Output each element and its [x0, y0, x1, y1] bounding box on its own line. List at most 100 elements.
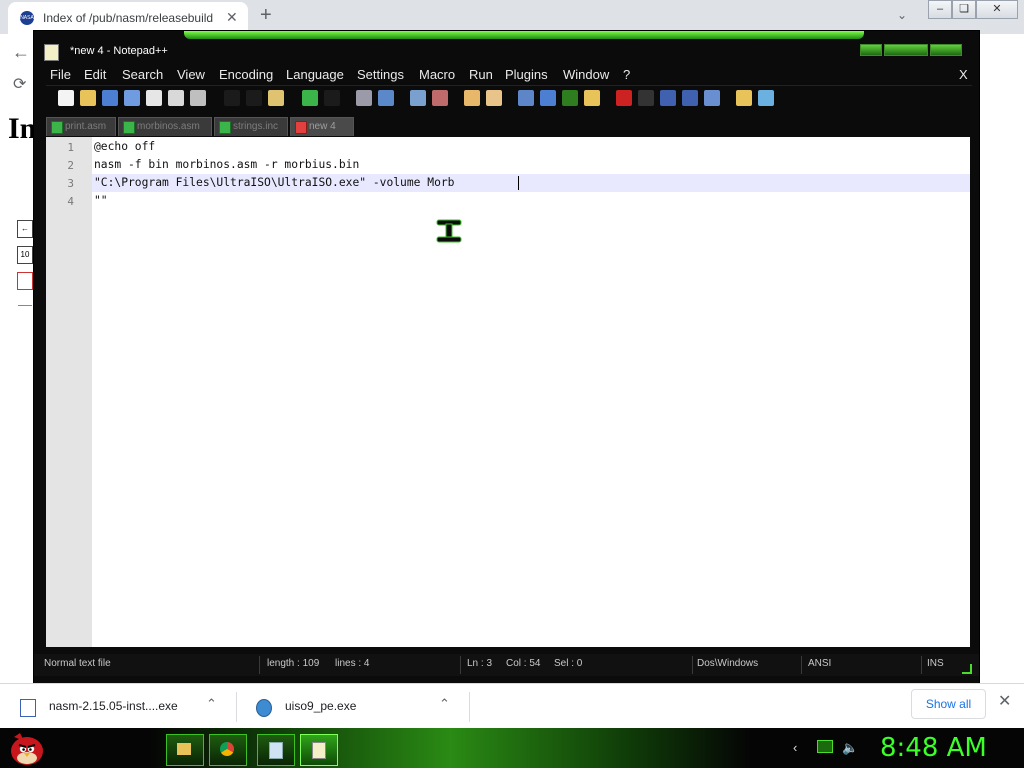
notepadpp-titlebar[interactable]: *new 4 - Notepad++ [34, 39, 979, 65]
status-filetype: Normal text file [44, 658, 111, 669]
run-macro-multiple-icon[interactable] [682, 90, 698, 106]
notepadpp-window: *new 4 - Notepad++ File Edit Search View… [33, 30, 980, 684]
tray-chevron-icon[interactable]: ‹ [793, 740, 797, 755]
menu-language[interactable]: Language [286, 67, 344, 82]
minimize-button[interactable]: – [928, 0, 952, 19]
line-number: 3 [67, 177, 74, 190]
tab-new-4[interactable]: new 4 [290, 117, 354, 136]
download-item-nasm[interactable]: nasm-2.15.05-inst....exe ⌃ [0, 684, 236, 729]
menu-settings[interactable]: Settings [357, 67, 404, 82]
show-all-characters-icon[interactable] [540, 90, 556, 106]
zoom-in-icon[interactable] [410, 90, 426, 106]
status-encoding[interactable]: ANSI [808, 658, 831, 669]
play-macro-icon[interactable] [660, 90, 676, 106]
code-line[interactable]: nasm -f bin morbinos.asm -r morbius.bin [94, 158, 359, 171]
indent-guide-icon[interactable] [562, 90, 578, 106]
open-file-icon[interactable] [80, 90, 96, 106]
tab-close-button[interactable]: ✕ [226, 9, 238, 26]
undo-icon[interactable] [302, 90, 318, 106]
chevron-up-icon[interactable]: ⌃ [439, 696, 450, 712]
taskbar-chrome-button[interactable] [209, 734, 247, 766]
record-macro-icon[interactable] [616, 90, 632, 106]
tab-morbinos-asm[interactable]: morbinos.asm [118, 117, 212, 136]
code-line[interactable]: "" [94, 194, 108, 207]
zoom-out-icon[interactable] [432, 90, 448, 106]
network-icon[interactable] [817, 740, 833, 753]
restore-button[interactable]: ❏ [952, 0, 976, 19]
folder-as-workspace-icon[interactable] [736, 90, 752, 106]
save-all-icon[interactable] [124, 90, 140, 106]
sync-horizontal-icon[interactable] [486, 90, 502, 106]
word-wrap-icon[interactable] [518, 90, 534, 106]
reload-icon[interactable]: ⟳ [13, 74, 26, 94]
menu-file[interactable]: File [50, 67, 71, 82]
stop-macro-icon[interactable] [638, 90, 654, 106]
redo-icon[interactable] [324, 90, 340, 106]
print-icon[interactable] [190, 90, 206, 106]
menu-run[interactable]: Run [469, 67, 493, 82]
sync-vertical-icon[interactable] [464, 90, 480, 106]
volume-icon[interactable]: 🔈 [842, 740, 858, 756]
code-line[interactable]: "C:\Program Files\UltraISO\UltraISO.exe"… [94, 176, 454, 189]
paste-icon[interactable] [268, 90, 284, 106]
save-icon[interactable] [102, 90, 118, 106]
taskbar-clock[interactable]: 8:48 AM [880, 733, 987, 763]
file-icon[interactable] [17, 272, 33, 290]
find-icon[interactable] [356, 90, 372, 106]
binary-file-icon[interactable]: 10 [17, 246, 33, 264]
menu-macro[interactable]: Macro [419, 67, 455, 82]
menu-help[interactable]: ? [623, 67, 630, 82]
text-caret [518, 176, 519, 190]
status-line: Ln : 3 [467, 658, 493, 669]
tab-strings-inc[interactable]: strings.inc [214, 117, 288, 136]
tab-label: new 4 [309, 121, 336, 132]
window-title: *new 4 - Notepad++ [70, 45, 168, 57]
close-all-icon[interactable] [168, 90, 184, 106]
line-number: 2 [67, 159, 74, 172]
close-button[interactable] [930, 44, 962, 56]
menu-view[interactable]: View [177, 67, 205, 82]
spellcheck-icon[interactable] [758, 90, 774, 106]
code-line[interactable]: @echo off [94, 140, 155, 153]
parent-directory-icon[interactable]: ← [17, 220, 33, 238]
status-eol-format[interactable]: Dos\Windows [697, 658, 758, 669]
close-downloads-icon[interactable]: ✕ [998, 691, 1011, 711]
line-number-gutter [46, 137, 92, 647]
download-item-uiso[interactable]: uiso9_pe.exe ⌃ [236, 684, 469, 729]
show-all-button[interactable]: Show all [911, 689, 986, 719]
installer-file-icon [20, 699, 36, 717]
close-file-icon[interactable] [146, 90, 162, 106]
back-arrow-icon[interactable]: ← [12, 42, 30, 63]
new-file-icon[interactable] [58, 90, 74, 106]
line-number: 1 [67, 141, 74, 154]
tab-print-asm[interactable]: print.asm [46, 117, 116, 136]
save-macro-icon[interactable] [704, 90, 720, 106]
text-editor[interactable]: 1 2 3 4 @echo off nasm -f bin morbinos.a… [46, 137, 970, 647]
replace-icon[interactable] [378, 90, 394, 106]
angry-bird-start-icon[interactable] [6, 729, 46, 767]
taskbar-notepad-button[interactable] [257, 734, 295, 766]
chevron-up-icon[interactable]: ⌃ [206, 696, 217, 712]
toolbar [46, 85, 972, 112]
taskbar: ‹ 🔈 8:48 AM [0, 728, 1024, 768]
doc-map-icon[interactable] [584, 90, 600, 106]
directory-listing-icons: ← 10 [17, 220, 33, 298]
menu-encoding[interactable]: Encoding [219, 67, 273, 82]
close-window-button[interactable]: ✕ [976, 0, 1018, 19]
menu-plugins[interactable]: Plugins [505, 67, 548, 82]
maximize-button[interactable] [884, 44, 928, 56]
menu-window[interactable]: Window [563, 67, 609, 82]
taskbar-notepadpp-button[interactable] [300, 734, 338, 766]
menu-search[interactable]: Search [122, 67, 163, 82]
taskbar-explorer-button[interactable] [166, 734, 204, 766]
tab-search-chevron-icon[interactable]: ⌄ [897, 8, 907, 22]
minimize-button[interactable] [860, 44, 882, 56]
browser-window-controls: – ❏ ✕ [928, 0, 1018, 19]
copy-icon[interactable] [246, 90, 262, 106]
menu-edit[interactable]: Edit [84, 67, 106, 82]
new-tab-button[interactable]: + [260, 4, 272, 27]
download-file-name: nasm-2.15.05-inst....exe [49, 699, 178, 713]
resize-grip-icon[interactable] [962, 664, 972, 674]
cut-icon[interactable] [224, 90, 240, 106]
close-document-button[interactable]: X [959, 67, 968, 82]
